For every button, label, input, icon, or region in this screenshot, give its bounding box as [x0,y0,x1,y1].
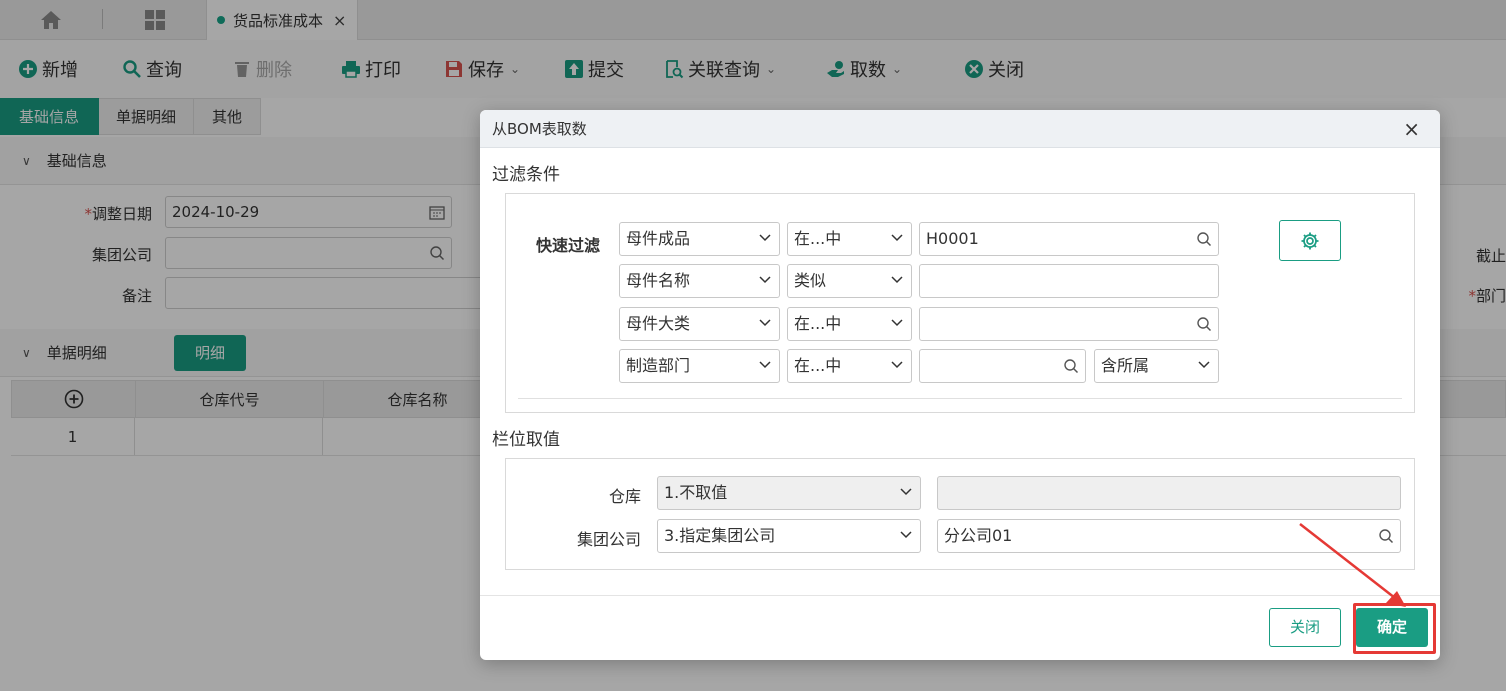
chevron-down-icon [759,319,771,327]
chevron-down-icon [900,488,912,496]
chevron-down-icon [900,531,912,539]
group-company-option-select[interactable]: 3.指定集团公司 [657,519,921,553]
warehouse-value-input [937,476,1401,510]
filter-settings-button[interactable] [1279,220,1341,261]
close-icon[interactable]: × [1403,110,1420,148]
dialog-close-button[interactable]: 关闭 [1269,608,1341,647]
chevron-down-icon [891,319,903,327]
filter-op-select[interactable]: 类似 [787,264,912,298]
search-icon[interactable] [1196,231,1212,247]
filter-value-input[interactable] [919,349,1086,383]
footer-divider [480,595,1440,596]
chevron-down-icon [1198,361,1210,369]
warehouse-option-select[interactable]: 1.不取值 [657,476,921,510]
dialog-title: 从BOM表取数 [492,120,587,138]
confirm-button[interactable]: 确定 [1356,608,1428,647]
chevron-down-icon [759,234,771,242]
search-icon[interactable] [1196,316,1212,332]
group-company-value-input[interactable]: 分公司01 [937,519,1401,553]
dialog-title-bar: 从BOM表取数 × [480,110,1440,148]
filter-value-input[interactable] [919,307,1219,341]
bom-fetch-dialog: 从BOM表取数 × 过滤条件 快速过滤 母件成品 在...中 H0001 母件名… [480,110,1440,660]
include-sub-select[interactable]: 含所属 [1094,349,1219,383]
column-section-title: 栏位取值 [492,430,560,450]
filter-value-input[interactable]: H0001 [919,222,1219,256]
filter-op-select[interactable]: 在...中 [787,349,912,383]
search-icon[interactable] [1378,528,1394,544]
filter-section-title: 过滤条件 [492,165,560,185]
column-box [505,458,1415,570]
divider [518,398,1402,399]
filter-field-select[interactable]: 制造部门 [619,349,780,383]
warehouse-label: 仓库 [608,487,641,506]
filter-field-select[interactable]: 母件成品 [619,222,780,256]
quick-filter-label: 快速过滤 [536,236,601,255]
search-icon[interactable] [1063,358,1079,374]
filter-field-select[interactable]: 母件大类 [619,307,780,341]
filter-field-select[interactable]: 母件名称 [619,264,780,298]
chevron-down-icon [891,276,903,284]
chevron-down-icon [759,276,771,284]
chevron-down-icon [759,361,771,369]
filter-value-input[interactable] [919,264,1219,298]
filter-op-select[interactable]: 在...中 [787,222,912,256]
chevron-down-icon [891,234,903,242]
filter-op-select[interactable]: 在...中 [787,307,912,341]
chevron-down-icon [891,361,903,369]
gear-icon [1301,232,1319,250]
group-company-label: 集团公司 [576,530,641,549]
